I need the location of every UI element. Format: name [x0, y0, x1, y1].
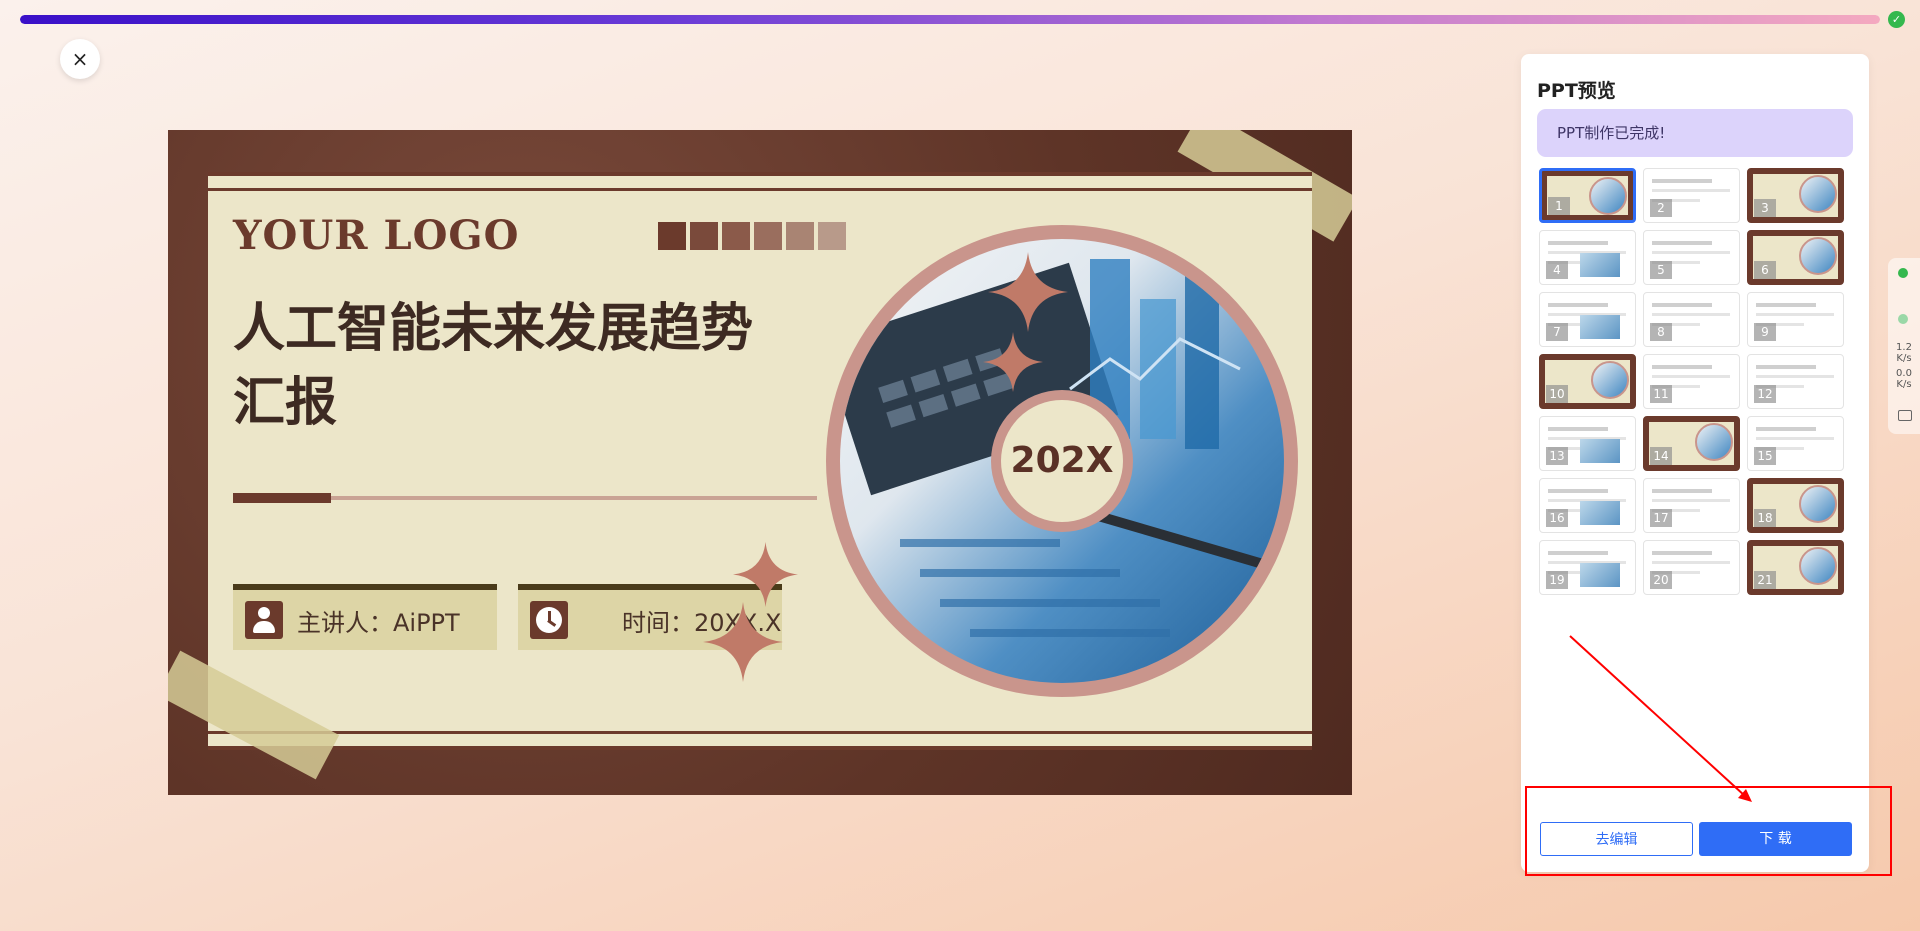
year-text: 202X: [1001, 400, 1123, 522]
camera-icon[interactable]: [1898, 410, 1912, 421]
thumbnail-number: 14: [1650, 447, 1672, 465]
thumbnail-number: 4: [1546, 261, 1568, 279]
thumbnail-number: 1: [1548, 197, 1570, 215]
completion-notice: PPT制作已完成!: [1537, 109, 1853, 157]
thumbnail-number: 5: [1650, 261, 1672, 279]
thumbnail-grid: 1 2 3 4 5 6 7 8 9 10 11 12 13 14 15 16 17 18 19 20 21: [1539, 168, 1849, 595]
panel-title: PPT预览: [1537, 80, 1616, 102]
edit-button[interactable]: 去编辑: [1540, 822, 1693, 856]
color-swatch: [690, 222, 718, 250]
thumbnail-number: 13: [1546, 447, 1568, 465]
slide-thumbnail[interactable]: 11: [1643, 354, 1740, 409]
thumbnail-number: 11: [1650, 385, 1672, 403]
progress-bar: [20, 15, 1880, 24]
status-dot: [1898, 314, 1908, 324]
thumbnail-number: 6: [1754, 261, 1776, 279]
star-decoration: [983, 332, 1043, 392]
close-button[interactable]: ×: [60, 39, 100, 79]
slide-thumbnail[interactable]: 10: [1539, 354, 1636, 409]
slide-title: 人工智能未来发展趋势 汇报: [233, 299, 754, 433]
slide-thumbnail[interactable]: 19: [1539, 540, 1636, 595]
download-speed: 0.0 K/s: [1896, 368, 1912, 390]
preview-panel: PPT预览 PPT制作已完成! 1 2 3 4 5 6 7 8 9 10 11 12 13 14 15 16 1…: [1521, 54, 1869, 872]
slide-thumbnail[interactable]: 8: [1643, 292, 1740, 347]
clock-icon: [530, 601, 568, 639]
thumbnail-number: 10: [1546, 385, 1568, 403]
star-decoration: [733, 542, 798, 607]
star-decoration: [988, 252, 1068, 332]
person-icon: [245, 601, 283, 639]
thumbnail-number: 17: [1650, 509, 1672, 527]
status-dot: [1898, 268, 1908, 278]
slide-thumbnail[interactable]: 7: [1539, 292, 1636, 347]
thumbnail-number: 21: [1754, 571, 1776, 589]
network-widget[interactable]: 1.2 K/s 0.0 K/s: [1888, 258, 1920, 434]
slide-thumbnail[interactable]: 20: [1643, 540, 1740, 595]
slide-thumbnail[interactable]: 9: [1747, 292, 1844, 347]
year-badge: 202X: [991, 390, 1133, 532]
thumbnail-number: 9: [1754, 323, 1776, 341]
color-swatch: [786, 222, 814, 250]
check-icon: ✓: [1888, 11, 1905, 28]
slide-thumbnail[interactable]: 4: [1539, 230, 1636, 285]
thumbnail-number: 12: [1754, 385, 1776, 403]
download-button[interactable]: 下 载: [1699, 822, 1852, 856]
upload-speed: 1.2 K/s: [1896, 342, 1912, 364]
slide-thumbnail[interactable]: 18: [1747, 478, 1844, 533]
logo-text: YOUR LOGO: [233, 212, 520, 259]
thumbnail-number: 7: [1546, 323, 1568, 341]
presenter-box: 主讲人：AiPPT: [233, 584, 497, 650]
slide-preview: YOUR LOGO 人工智能未来发展趋势 汇报 主讲人：AiPPT 时间：20X…: [168, 130, 1352, 795]
color-swatch: [754, 222, 782, 250]
title-underline-accent: [233, 493, 331, 503]
thumbnail-number: 8: [1650, 323, 1672, 341]
slide-thumbnail[interactable]: 17: [1643, 478, 1740, 533]
color-swatch: [722, 222, 750, 250]
thumbnail-number: 18: [1754, 509, 1776, 527]
thumbnail-number: 3: [1754, 199, 1776, 217]
slide-canvas: YOUR LOGO 人工智能未来发展趋势 汇报 主讲人：AiPPT 时间：20X…: [208, 172, 1312, 750]
slide-thumbnail[interactable]: 12: [1747, 354, 1844, 409]
progress-fill: [20, 15, 1880, 24]
color-swatch: [658, 222, 686, 250]
thumbnail-number: 2: [1650, 199, 1672, 217]
thumbnail-number: 19: [1546, 571, 1568, 589]
star-decoration: [703, 602, 783, 682]
panel-actions: 去编辑 下 载: [1540, 822, 1852, 856]
slide-thumbnail[interactable]: 15: [1747, 416, 1844, 471]
slide-thumbnail[interactable]: 16: [1539, 478, 1636, 533]
slide-thumbnail[interactable]: 3: [1747, 168, 1844, 223]
thumbnail-number: 15: [1754, 447, 1776, 465]
presenter-text: 主讲人：AiPPT: [297, 608, 460, 637]
thumbnail-number: 20: [1650, 571, 1672, 589]
slide-thumbnail[interactable]: 13: [1539, 416, 1636, 471]
slide-thumbnail[interactable]: 6: [1747, 230, 1844, 285]
color-swatches: [658, 222, 846, 250]
slide-thumbnail[interactable]: 21: [1747, 540, 1844, 595]
slide-thumbnail[interactable]: 14: [1643, 416, 1740, 471]
slide-thumbnail[interactable]: 1: [1539, 168, 1636, 223]
thumbnail-number: 16: [1546, 509, 1568, 527]
slide-thumbnail[interactable]: 5: [1643, 230, 1740, 285]
color-swatch: [818, 222, 846, 250]
slide-thumbnail[interactable]: 2: [1643, 168, 1740, 223]
